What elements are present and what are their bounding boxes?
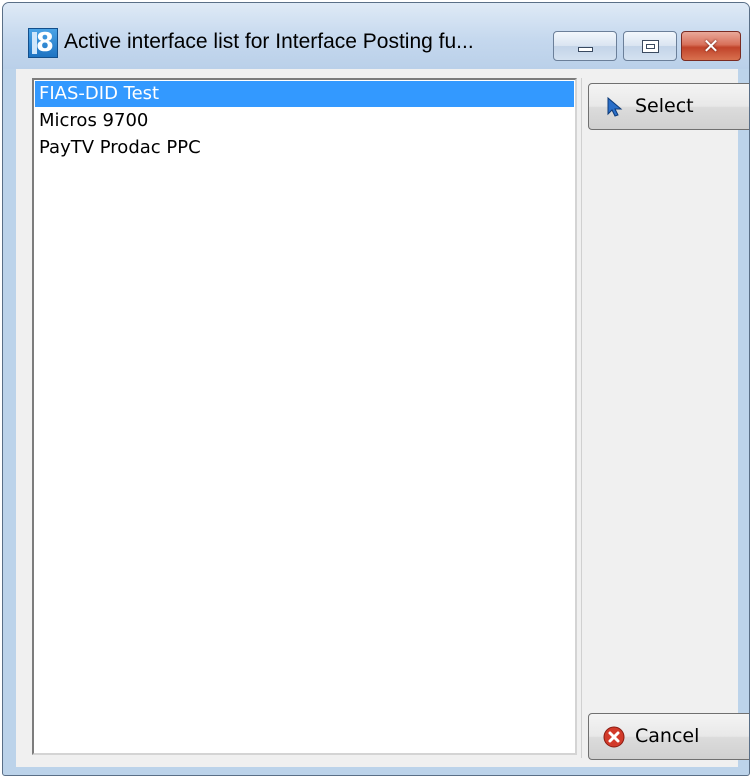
cursor-arrow-icon bbox=[607, 96, 623, 117]
maximize-icon bbox=[642, 40, 659, 53]
dialog-body: FIAS-DID Test Micros 9700 PayTV Prodac P… bbox=[16, 69, 749, 767]
app-logo-icon[interactable]: 8 bbox=[28, 28, 58, 58]
close-icon: ✕ bbox=[702, 34, 720, 58]
title-bar[interactable]: 8 Active interface list for Interface Po… bbox=[3, 3, 749, 69]
close-button[interactable]: ✕ bbox=[681, 31, 741, 61]
list-item[interactable]: PayTV Prodac PPC bbox=[35, 135, 574, 161]
cancel-button-label: Cancel bbox=[635, 725, 700, 747]
select-button-label: Select bbox=[635, 95, 694, 117]
minimize-icon bbox=[578, 47, 593, 52]
minimize-button[interactable] bbox=[553, 31, 617, 61]
cancel-button[interactable]: Cancel bbox=[588, 713, 749, 760]
dialog-window: 8 Active interface list for Interface Po… bbox=[2, 2, 750, 776]
panel-divider bbox=[581, 78, 582, 758]
maximize-button[interactable] bbox=[623, 31, 677, 61]
select-button[interactable]: Select bbox=[588, 83, 749, 130]
list-item[interactable]: FIAS-DID Test bbox=[35, 81, 574, 107]
window-title: Active interface list for Interface Post… bbox=[64, 30, 474, 53]
cancel-x-circle-icon bbox=[603, 726, 625, 748]
interface-list[interactable]: FIAS-DID Test Micros 9700 PayTV Prodac P… bbox=[32, 78, 577, 755]
list-item[interactable]: Micros 9700 bbox=[35, 108, 574, 134]
